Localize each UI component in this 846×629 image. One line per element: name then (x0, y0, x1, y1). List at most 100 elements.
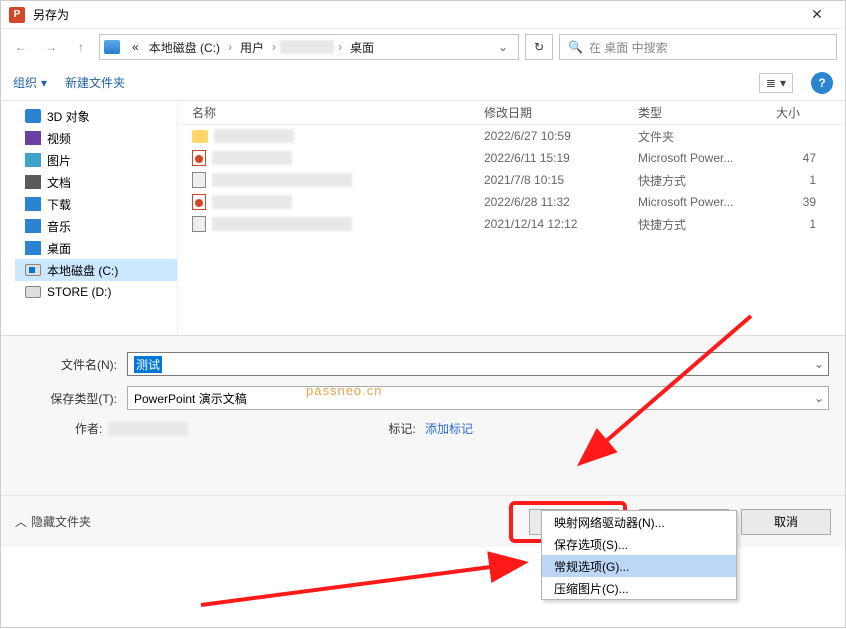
file-icon (192, 150, 206, 166)
sidebar-item[interactable]: 本地磁盘 (C:) (15, 259, 177, 281)
chevron-down-icon[interactable]: ⌄ (492, 40, 514, 54)
sidebar-item[interactable]: STORE (D:) (15, 281, 177, 303)
menu-item-general-options[interactable]: 常规选项(G)... (542, 555, 736, 577)
file-icon (192, 194, 206, 210)
cancel-button[interactable]: 取消 (741, 509, 831, 535)
sidebar-item-icon (25, 131, 41, 145)
breadcrumb-item[interactable]: 桌面 (346, 39, 378, 56)
filename-value: 测试 (134, 356, 162, 373)
chevron-up-icon: ︿ (15, 513, 27, 530)
author-label: 作者: (75, 420, 102, 437)
new-folder-button[interactable]: 新建文件夹 (65, 74, 125, 91)
list-icon: ≣ (766, 76, 776, 90)
filetype-value: PowerPoint 演示文稿 (134, 390, 247, 407)
window-title: 另存为 (33, 6, 69, 23)
chevron-right-icon: › (336, 40, 344, 54)
help-button[interactable]: ? (811, 72, 833, 94)
file-size: 47 (776, 151, 816, 165)
file-row[interactable]: 2021/7/8 10:15 快捷方式 1 (178, 169, 845, 191)
breadcrumb-item[interactable]: 用户 (236, 39, 268, 56)
file-name-redacted (214, 129, 294, 143)
sidebar-item[interactable]: 文档 (15, 171, 177, 193)
close-button[interactable]: ✕ (797, 1, 837, 29)
header-name[interactable]: 名称 (192, 104, 216, 121)
search-icon: 🔍 (568, 40, 583, 54)
sidebar-item[interactable]: 下载 (15, 193, 177, 215)
file-name-redacted (212, 217, 352, 231)
sidebar-item[interactable]: 图片 (15, 149, 177, 171)
menu-item-map-drive[interactable]: 映射网络驱动器(N)... (542, 511, 736, 533)
header-type[interactable]: 类型 (638, 104, 662, 121)
sidebar-item-icon (25, 219, 41, 233)
file-type: 文件夹 (638, 128, 674, 145)
header-size[interactable]: 大小 (776, 104, 800, 121)
sidebar-item-label: 文档 (47, 174, 71, 191)
tools-menu: 映射网络驱动器(N)... 保存选项(S)... 常规选项(G)... 压缩图片… (541, 510, 737, 600)
breadcrumb-item[interactable]: 本地磁盘 (C:) (145, 39, 224, 56)
file-type: 快捷方式 (638, 172, 686, 189)
nav-pane: 3D 对象视频图片文档下载音乐桌面本地磁盘 (C:) STORE (D:) (1, 101, 177, 335)
breadcrumb-prefix: « (128, 40, 143, 54)
file-type: Microsoft Power... (638, 195, 733, 209)
breadcrumb-item-redacted[interactable] (280, 40, 334, 54)
sidebar-item[interactable]: 音乐 (15, 215, 177, 237)
sidebar-item-label: 3D 对象 (47, 108, 90, 125)
file-row[interactable]: 2022/6/27 10:59 文件夹 (178, 125, 845, 147)
file-date: 2021/12/14 12:12 (484, 217, 577, 231)
sidebar-item-icon (25, 109, 41, 123)
file-name-redacted (212, 195, 292, 209)
chevron-down-icon: ▾ (41, 76, 47, 90)
sidebar-item[interactable]: 3D 对象 (15, 105, 177, 127)
file-row[interactable]: 2022/6/28 11:32Microsoft Power...39 (178, 191, 845, 213)
header-date[interactable]: 修改日期 (484, 104, 532, 121)
sidebar-item-icon (25, 241, 41, 255)
organize-button[interactable]: 组织▾ (13, 74, 47, 91)
sidebar-item-icon (25, 153, 41, 167)
menu-item-save-options[interactable]: 保存选项(S)... (542, 533, 736, 555)
sidebar-item-icon (25, 264, 41, 276)
folder-icon (104, 40, 120, 54)
filetype-combo[interactable]: PowerPoint 演示文稿 ⌄ (127, 386, 829, 410)
file-size: 1 (776, 173, 816, 187)
file-type: 快捷方式 (638, 216, 686, 233)
author-value-redacted[interactable] (108, 422, 188, 436)
column-headers[interactable]: 名称 修改日期 类型 大小 (178, 101, 845, 125)
filename-input[interactable]: 测试 ⌄ (127, 352, 829, 376)
tag-value[interactable]: 添加标记 (425, 422, 473, 436)
chevron-down-icon: ▾ (780, 76, 786, 90)
sidebar-item-label: STORE (D:) (47, 285, 111, 299)
sidebar-item-icon (25, 175, 41, 189)
address-bar[interactable]: « 本地磁盘 (C:) › 用户 › › 桌面 ⌄ (99, 34, 519, 60)
sidebar-item-label: 下载 (47, 196, 71, 213)
nav-up-button[interactable]: ↑ (69, 35, 93, 59)
search-input[interactable]: 🔍 在 桌面 中搜索 (559, 34, 837, 60)
sidebar-item[interactable]: 桌面 (15, 237, 177, 259)
file-name-redacted (212, 151, 292, 165)
sidebar-item[interactable]: 视频 (15, 127, 177, 149)
sidebar-item-icon (25, 197, 41, 211)
chevron-right-icon: › (226, 40, 234, 54)
sidebar-item-label: 音乐 (47, 218, 71, 235)
file-size: 39 (776, 195, 816, 209)
sidebar-item-label: 视频 (47, 130, 71, 147)
menu-item-compress-pics[interactable]: 压缩图片(C)... (542, 577, 736, 599)
file-row[interactable]: 2021/12/14 12:12快捷方式1 (178, 213, 845, 235)
view-button[interactable]: ≣▾ (759, 73, 793, 93)
chevron-down-icon[interactable]: ⌄ (814, 357, 824, 371)
refresh-button[interactable]: ↻ (525, 34, 553, 60)
hide-folders-toggle[interactable]: ︿ 隐藏文件夹 (15, 513, 91, 530)
filetype-label: 保存类型(T): (9, 390, 127, 407)
file-date: 2022/6/11 15:19 (484, 151, 570, 165)
search-placeholder: 在 桌面 中搜索 (589, 39, 668, 56)
file-type: Microsoft Power... (638, 151, 733, 165)
chevron-down-icon[interactable]: ⌄ (814, 391, 824, 405)
sidebar-item-label: 图片 (47, 152, 71, 169)
file-row[interactable]: 2022/6/11 15:19 Microsoft Power... 47 (178, 147, 845, 169)
nav-back-button[interactable]: ← (9, 35, 33, 59)
file-date: 2021/7/8 10:15 (484, 173, 564, 187)
file-icon (192, 216, 206, 232)
chevron-right-icon: › (270, 40, 278, 54)
file-name-redacted (212, 173, 352, 187)
app-icon: P (9, 7, 25, 23)
file-date: 2022/6/27 10:59 (484, 129, 571, 143)
